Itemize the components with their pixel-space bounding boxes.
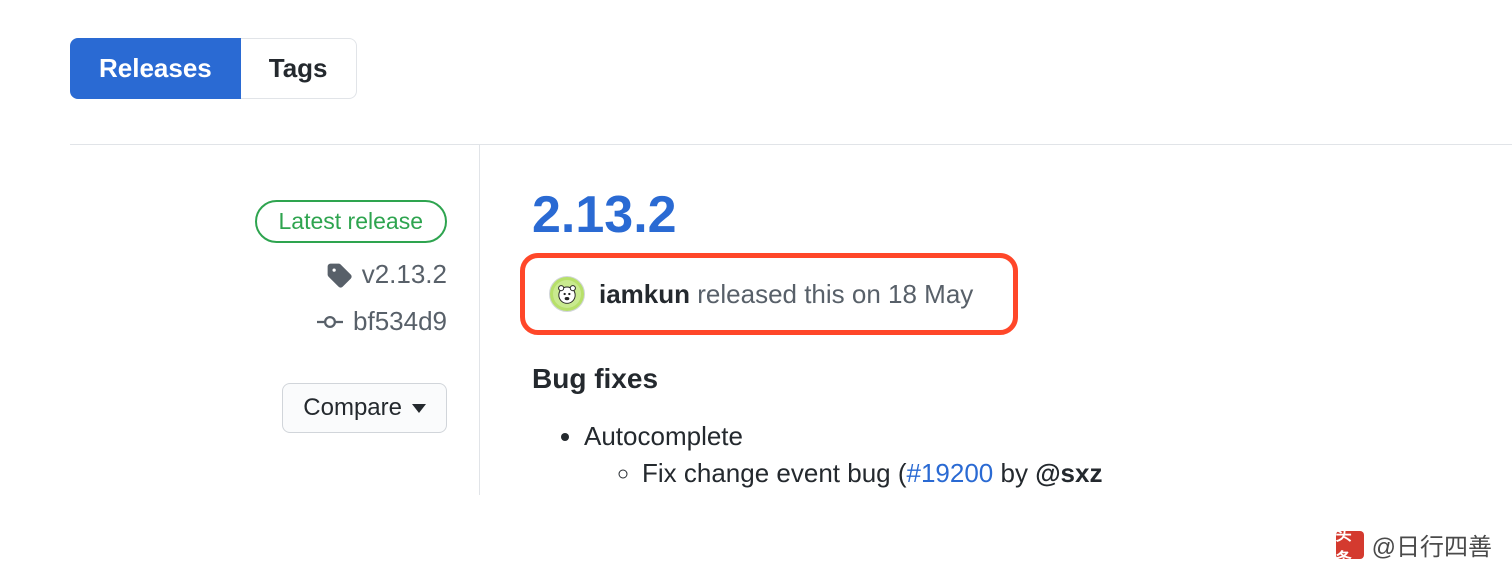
issue-link[interactable]: #19200 [907, 458, 994, 488]
tag-icon [326, 262, 352, 288]
latest-release-badge: Latest release [255, 200, 447, 243]
tab-tags[interactable]: Tags [241, 38, 357, 99]
by-text: by [993, 458, 1035, 488]
watermark-logo-icon: 头条 [1336, 531, 1364, 559]
sidebar: Latest release v2.13.2 bf534d9 Compare [70, 145, 480, 495]
avatar-image [553, 280, 581, 308]
tag-name: v2.13.2 [362, 259, 447, 290]
tag-row[interactable]: v2.13.2 [326, 259, 447, 290]
release-main: 2.13.2 iamkun released this on 18 May Bu… [480, 145, 1512, 495]
list-item: Autocomplete Fix change event bug (#1920… [584, 421, 1512, 489]
released-text: released this on 18 May [690, 279, 973, 309]
tab-releases[interactable]: Releases [70, 38, 241, 99]
release-info-text: iamkun released this on 18 May [599, 279, 973, 310]
author-link[interactable]: iamkun [599, 279, 690, 309]
bug-fixes-heading: Bug fixes [520, 363, 1512, 395]
change-description: Fix change event bug ( [642, 458, 907, 488]
changelog-sublist: Fix change event bug (#19200 by @sxz [584, 458, 1512, 489]
tabs-bar: Releases Tags [0, 0, 1512, 99]
watermark: 头条 @日行四善 [1336, 527, 1492, 562]
changelog-component: Autocomplete [584, 421, 743, 451]
compare-label: Compare [303, 394, 402, 422]
release-title[interactable]: 2.13.2 [520, 185, 1512, 245]
contributor-link[interactable]: @sxz [1035, 458, 1102, 488]
commit-row[interactable]: bf534d9 [317, 306, 447, 337]
commit-sha: bf534d9 [353, 306, 447, 337]
release-info-highlight: iamkun released this on 18 May [520, 253, 1018, 335]
watermark-text: @日行四善 [1372, 527, 1492, 562]
list-item: Fix change event bug (#19200 by @sxz [642, 458, 1512, 489]
compare-button[interactable]: Compare [282, 383, 447, 433]
changelog-list: Autocomplete Fix change event bug (#1920… [520, 421, 1512, 489]
commit-icon [317, 309, 343, 335]
author-avatar[interactable] [549, 276, 585, 312]
content-area: Latest release v2.13.2 bf534d9 Compare 2… [70, 145, 1512, 495]
caret-down-icon [412, 404, 426, 413]
